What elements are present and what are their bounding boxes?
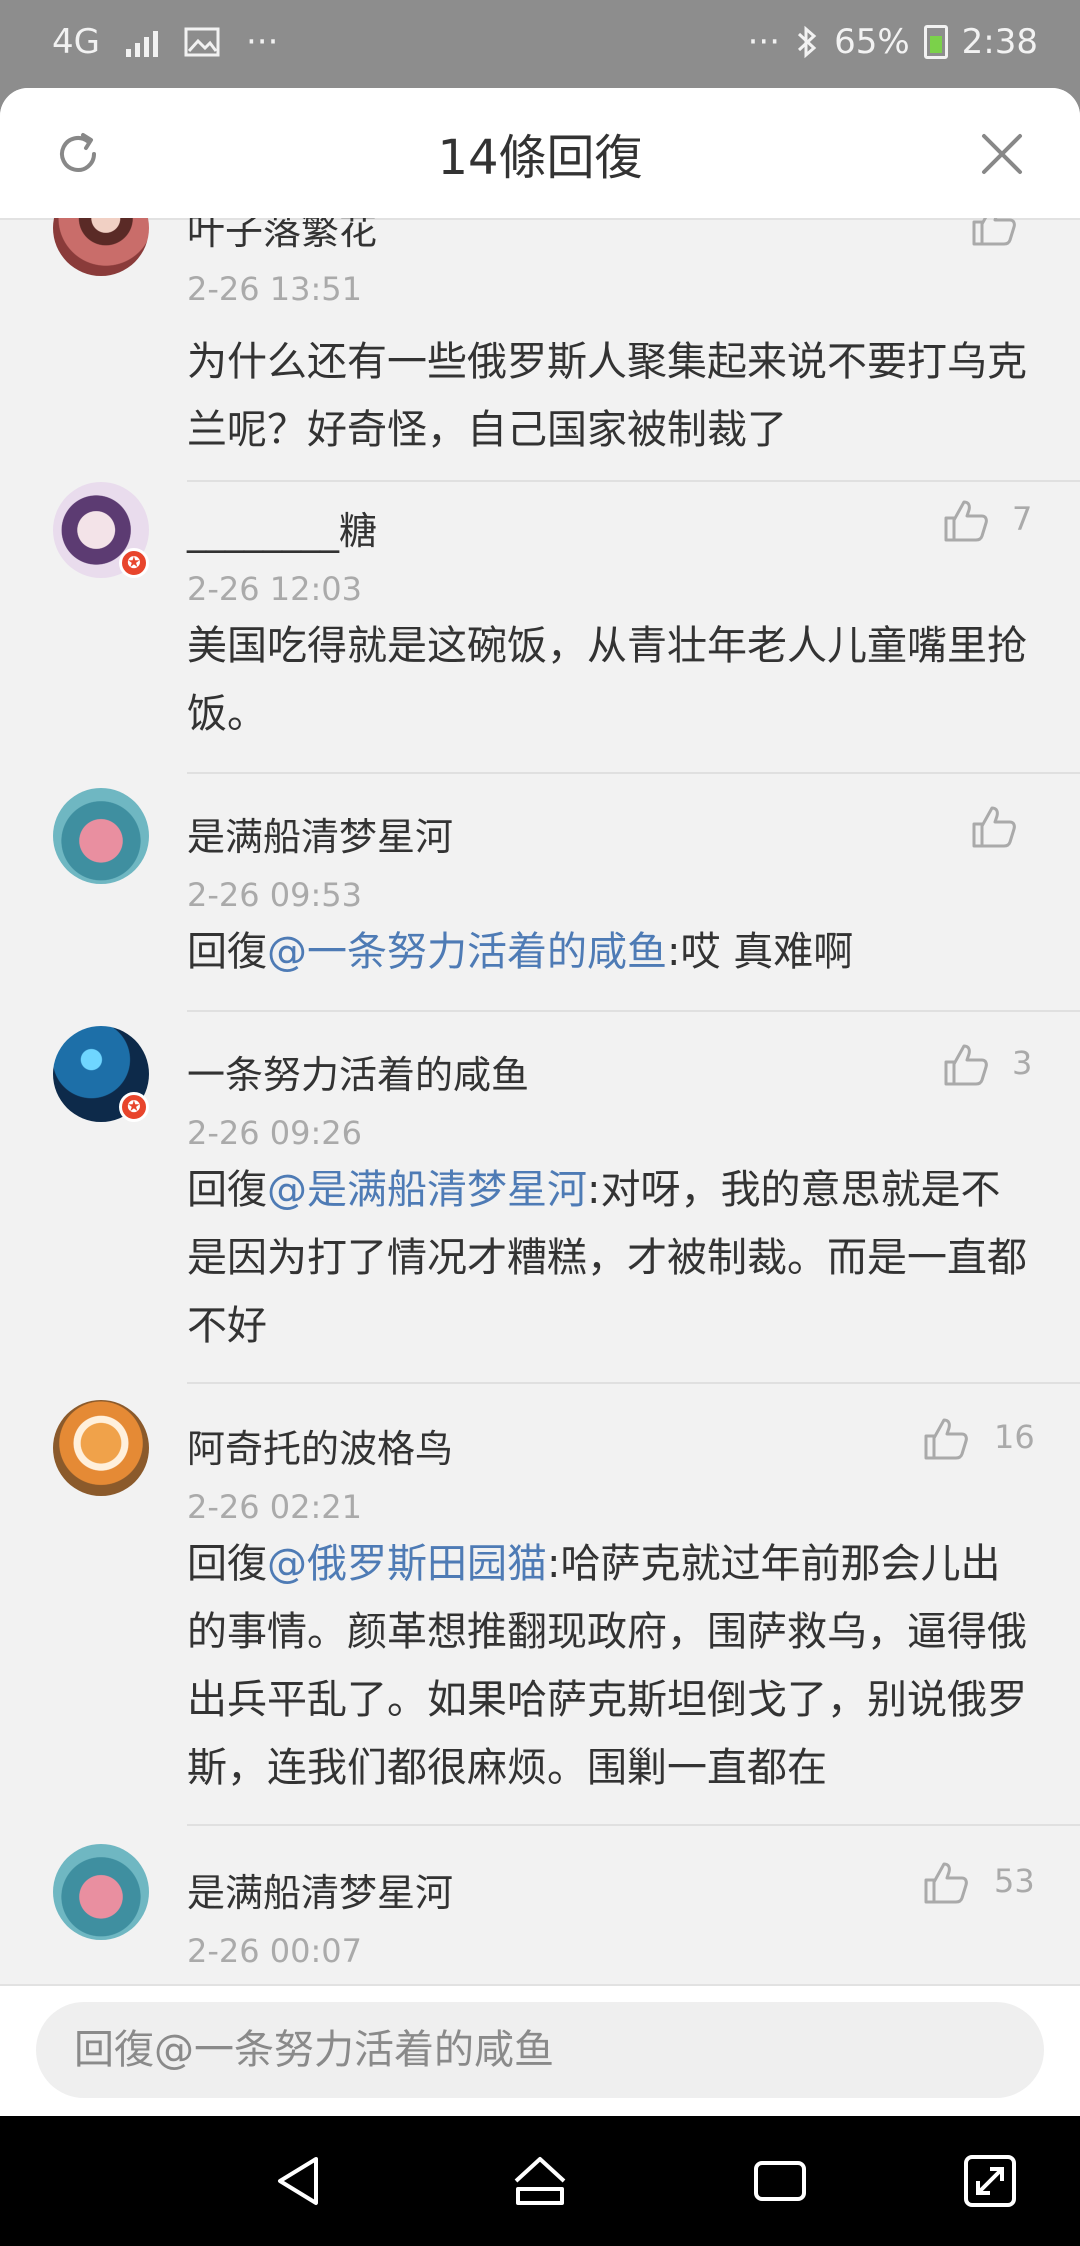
bluetooth-icon (798, 25, 817, 59)
thumbs-up-icon[interactable] (942, 1040, 990, 1088)
reply-prefix: 回復 (187, 1541, 267, 1587)
mention-link[interactable]: @俄罗斯田园猫 (267, 1541, 547, 1587)
battery-percent: 65% (834, 22, 910, 62)
like-count: 3 (1012, 1044, 1033, 1082)
thumbs-up-icon[interactable] (970, 802, 1018, 850)
navigation-bar (0, 2116, 1080, 2246)
divider (187, 772, 1080, 774)
network-indicator: 4G (52, 22, 100, 62)
status-overflow-right: ··· (747, 22, 781, 62)
timestamp: 2-26 00:07 (187, 1932, 363, 1970)
thumbs-up-icon[interactable] (970, 218, 1018, 248)
thumbs-up-icon[interactable] (922, 1858, 970, 1906)
like-count: 7 (1012, 500, 1033, 538)
divider (187, 1010, 1080, 1012)
status-bar: 4G ··· ··· 65% 2:38 (0, 0, 1080, 88)
close-icon[interactable] (974, 126, 1030, 182)
signal-icon (125, 27, 158, 57)
status-overflow-left: ··· (245, 22, 279, 62)
comment-text: :哎 真难啊 (667, 929, 854, 975)
comment-body: 回復@是满船清梦星河:对呀，我的意思就是不是因为打了情况才糟糕，才被制裁。而是一… (187, 1156, 1037, 1360)
divider (187, 480, 1080, 482)
avatar[interactable] (53, 1400, 149, 1496)
mention-link[interactable]: @是满船清梦星河 (267, 1167, 587, 1213)
comment-body: 为什么还有一些俄罗斯人聚集起来说不要打乌克兰呢？好奇怪，自己国家被制裁了 (187, 328, 1037, 464)
home-icon[interactable] (510, 2151, 570, 2211)
comment-body: 回復@俄罗斯田园猫:哈萨克就过年前那会儿出的事情。颜革想推翻现政府，围萨救乌，逼… (187, 1530, 1037, 1802)
recents-icon[interactable] (750, 2151, 810, 2211)
reply-bar: 回復@一条努力活着的咸鱼 (0, 1984, 1080, 2116)
battery-icon (923, 25, 948, 59)
sheet-header: 14條回復 (0, 88, 1080, 220)
avatar[interactable] (53, 1844, 149, 1940)
divider (187, 1824, 1080, 1826)
screenshot-icon[interactable] (960, 2151, 1020, 2211)
comment-list[interactable]: 叶子落繁花 2-26 13:51 为什么还有一些俄罗斯人聚集起来说不要打乌克兰呢… (0, 218, 1080, 1984)
like-count: 53 (994, 1862, 1035, 1900)
avatar[interactable] (53, 788, 149, 884)
username[interactable]: 一条努力活着的咸鱼 (187, 1044, 529, 1099)
thumbs-up-icon[interactable] (922, 1414, 970, 1462)
timestamp: 2-26 12:03 (187, 570, 363, 608)
username[interactable]: 叶子落繁花 (187, 218, 377, 255)
username[interactable]: 是满船清梦星河 (187, 806, 453, 861)
mention-link[interactable]: @一条努力活着的咸鱼 (267, 929, 667, 975)
verified-badge: ✪ (119, 548, 149, 578)
avatar[interactable] (53, 218, 149, 276)
like-count: 16 (994, 1418, 1035, 1456)
comment-body: 美国吃得就是这碗饭，从青壮年老人儿童嘴里抢饭。 (187, 612, 1037, 748)
comment-text: 美国吃得就是这碗饭，从青壮年老人儿童嘴里抢饭。 (187, 623, 1027, 737)
sheet-title: 14條回復 (437, 130, 643, 186)
comment-body: 回復@一条努力活着的咸鱼:哎 真难啊 (187, 918, 1037, 986)
timestamp: 2-26 02:21 (187, 1488, 363, 1526)
replies-sheet: 14條回復 叶子落繁花 2-26 13:51 为什么还有一些俄罗斯人聚集起来说不… (0, 88, 1080, 2116)
username[interactable]: 阿奇托的波格鸟 (187, 1418, 453, 1473)
verified-badge: ✪ (119, 1092, 149, 1122)
timestamp: 2-26 09:53 (187, 876, 363, 914)
image-icon (184, 27, 220, 57)
back-icon[interactable] (270, 2151, 330, 2211)
timestamp: 2-26 09:26 (187, 1114, 363, 1152)
thumbs-up-icon[interactable] (942, 496, 990, 544)
clock: 2:38 (961, 22, 1038, 62)
reply-prefix: 回復 (187, 929, 267, 975)
comment-text: 为什么还有一些俄罗斯人聚集起来说不要打乌克兰呢？好奇怪，自己国家被制裁了 (187, 339, 1027, 453)
reply-input[interactable]: 回復@一条努力活着的咸鱼 (36, 2002, 1044, 2098)
divider (187, 1382, 1080, 1384)
timestamp: 2-26 13:51 (187, 270, 363, 308)
username[interactable]: ________糖 (187, 500, 377, 555)
username[interactable]: 是满船清梦星河 (187, 1862, 453, 1917)
reply-prefix: 回復 (187, 1167, 267, 1213)
